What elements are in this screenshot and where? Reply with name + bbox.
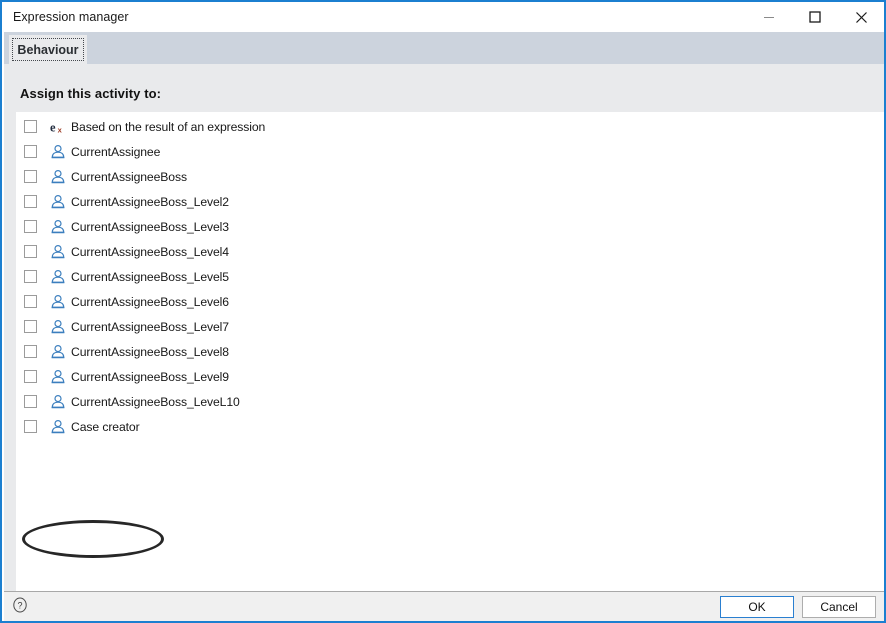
assignee-checkbox[interactable] [24, 370, 37, 383]
tab-behaviour-focus-ring: Behaviour [12, 38, 84, 61]
person-icon [50, 294, 66, 310]
window-title: Expression manager [13, 10, 129, 24]
list-item[interactable]: CurrentAssignee [16, 139, 884, 164]
tab-behaviour-label: Behaviour [17, 42, 79, 57]
svg-text:e: e [50, 120, 56, 134]
expression-manager-window: Expression manager Behaviour Assign this… [0, 0, 886, 623]
list-item-label: CurrentAssigneeBoss_Level7 [71, 319, 229, 334]
help-circle-icon[interactable]: ? [12, 597, 28, 613]
ok-button[interactable]: OK [720, 596, 794, 618]
minimize-icon [763, 11, 775, 23]
list-item[interactable]: e x Based on the result of an expression [16, 114, 884, 139]
list-item[interactable]: CurrentAssigneeBoss_Level4 [16, 239, 884, 264]
maximize-button[interactable] [792, 2, 838, 32]
list-item-label: CurrentAssigneeBoss_Level9 [71, 369, 229, 384]
assignee-checkbox[interactable] [24, 220, 37, 233]
person-icon [50, 269, 66, 285]
svg-text:?: ? [17, 601, 22, 611]
list-item[interactable]: CurrentAssigneeBoss_Level7 [16, 314, 884, 339]
assignee-list-panel: e x Based on the result of an expression Cu… [16, 112, 884, 591]
assignee-checkbox[interactable] [24, 345, 37, 358]
assignee-checkbox[interactable] [24, 270, 37, 283]
list-item[interactable]: CurrentAssigneeBoss_LeveL10 [16, 389, 884, 414]
annotation-ellipse-case-creator [22, 520, 164, 558]
list-item[interactable]: CurrentAssigneeBoss_Level3 [16, 214, 884, 239]
assignee-checkbox[interactable] [24, 395, 37, 408]
minimize-button[interactable] [746, 2, 792, 32]
tab-behaviour[interactable]: Behaviour [9, 35, 87, 64]
person-icon [50, 144, 66, 160]
title-bar: Expression manager [2, 2, 884, 32]
list-item-label: CurrentAssigneeBoss_Level5 [71, 269, 229, 284]
close-button[interactable] [838, 2, 884, 32]
assignee-checkbox[interactable] [24, 295, 37, 308]
person-icon [50, 369, 66, 385]
list-item-label: CurrentAssigneeBoss_Level3 [71, 219, 229, 234]
person-icon [50, 394, 66, 410]
assignee-checkbox[interactable] [24, 195, 37, 208]
maximize-icon [809, 11, 821, 23]
list-item[interactable]: CurrentAssigneeBoss_Level2 [16, 189, 884, 214]
list-item[interactable]: CurrentAssigneeBoss_Level5 [16, 264, 884, 289]
list-item[interactable]: CurrentAssigneeBoss_Level8 [16, 339, 884, 364]
list-item-label: CurrentAssignee [71, 144, 161, 159]
list-item-label: CurrentAssigneeBoss_LeveL10 [71, 394, 240, 409]
assignee-checkbox[interactable] [24, 320, 37, 333]
person-icon [50, 244, 66, 260]
list-item-label: CurrentAssigneeBoss [71, 169, 187, 184]
list-item-label: CurrentAssigneeBoss_Level6 [71, 294, 229, 309]
svg-text:x: x [58, 125, 63, 134]
cancel-button[interactable]: Cancel [802, 596, 876, 618]
assignee-list: e x Based on the result of an expression Cu… [16, 112, 884, 439]
person-icon [50, 419, 66, 435]
list-item-label: CurrentAssigneeBoss_Level2 [71, 194, 229, 209]
assignee-checkbox[interactable] [24, 120, 37, 133]
list-item-label: CurrentAssigneeBoss_Level8 [71, 344, 229, 359]
assignee-checkbox[interactable] [24, 420, 37, 433]
tab-strip: Behaviour [4, 32, 884, 64]
person-icon [50, 194, 66, 210]
person-icon [50, 169, 66, 185]
assignee-checkbox[interactable] [24, 170, 37, 183]
assignee-checkbox[interactable] [24, 245, 37, 258]
list-item[interactable]: Case creator [16, 414, 884, 439]
expression-icon: ex [50, 119, 66, 135]
list-item[interactable]: CurrentAssigneeBoss [16, 164, 884, 189]
person-icon [50, 219, 66, 235]
list-item-label: Based on the result of an expression [71, 119, 266, 134]
assignee-checkbox[interactable] [24, 145, 37, 158]
person-icon [50, 344, 66, 360]
section-title: Assign this activity to: [20, 86, 162, 101]
list-item-label: Case creator [71, 419, 140, 434]
footer-bar: ? OK Cancel [4, 591, 884, 621]
content-panel: Assign this activity to: e x Based on the … [4, 64, 884, 591]
list-item[interactable]: CurrentAssigneeBoss_Level6 [16, 289, 884, 314]
close-icon [855, 11, 868, 24]
person-icon [50, 319, 66, 335]
list-item-label: CurrentAssigneeBoss_Level4 [71, 244, 229, 259]
list-item[interactable]: CurrentAssigneeBoss_Level9 [16, 364, 884, 389]
